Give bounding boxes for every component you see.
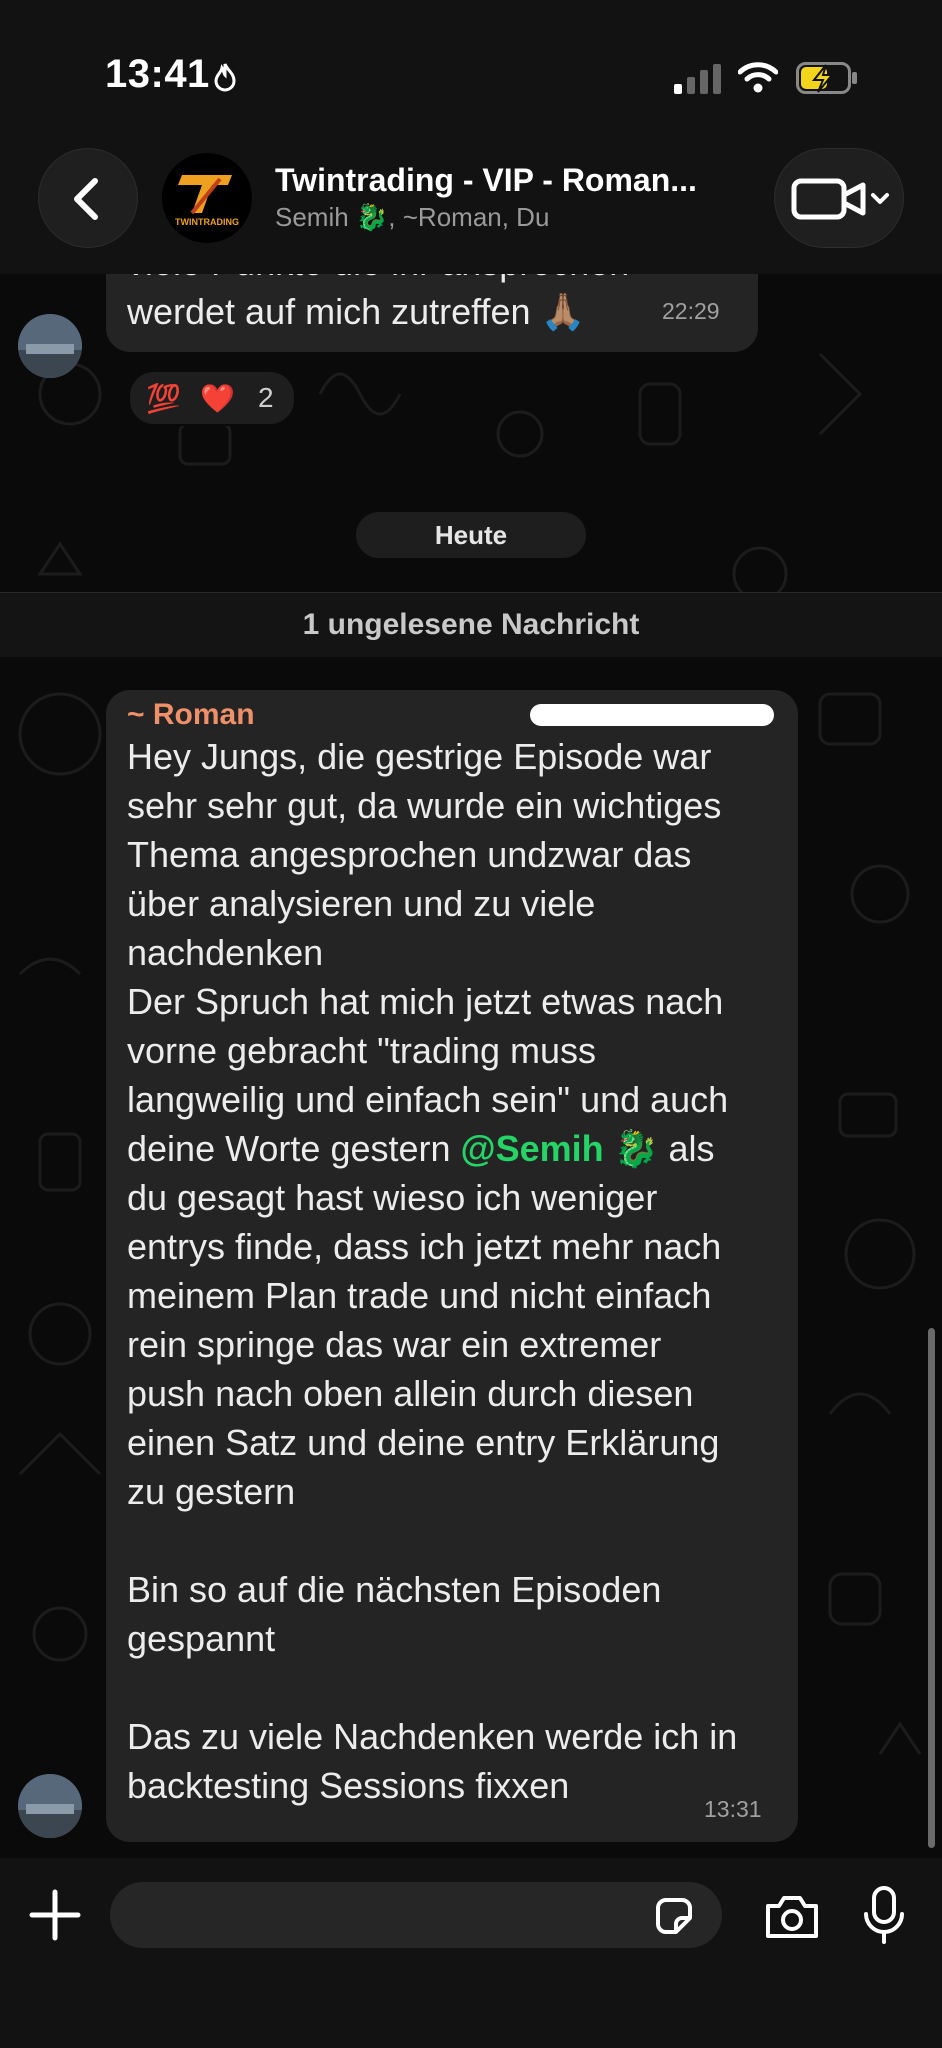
redacted-phone	[530, 704, 774, 726]
message-text-part2: als du gesagt hast wieso ich weniger ent…	[127, 1128, 738, 1806]
reactions-bar[interactable]: 💯 ❤️ 2	[128, 370, 296, 426]
sender-avatar[interactable]	[18, 1774, 82, 1838]
message-bubble[interactable]: ~ Roman Hey Jungs, die gestrige Episode …	[106, 690, 798, 1842]
sender-avatar[interactable]	[18, 314, 82, 378]
mention-link[interactable]: @Semih 🐉	[461, 1128, 659, 1169]
avatar-photo	[18, 314, 82, 378]
status-time: 13:41	[105, 52, 210, 96]
sticker-icon[interactable]	[652, 1894, 696, 1938]
scrollbar[interactable]	[928, 1328, 935, 1848]
composer-bar	[0, 1858, 942, 2048]
video-call-button[interactable]	[774, 148, 904, 248]
reaction-count: 2	[258, 382, 274, 413]
group-avatar[interactable]: TWINTRADING	[162, 153, 252, 243]
video-camera-icon	[791, 178, 889, 220]
avatar-photo	[18, 1774, 82, 1838]
message-text-part1: Hey Jungs, die gestrige Episode war sehr…	[127, 736, 729, 1169]
message-input[interactable]	[130, 1882, 634, 1950]
reaction-heart: ❤️	[200, 383, 235, 414]
microphone-icon[interactable]	[862, 1886, 906, 1946]
back-button[interactable]	[38, 148, 138, 248]
cellular-signal-icon	[674, 64, 721, 94]
status-bar: 13:41	[0, 0, 942, 140]
reaction-hundred: 💯	[146, 383, 181, 414]
twintrading-logo: TWINTRADING	[175, 175, 239, 227]
chevron-left-icon	[74, 178, 98, 220]
message-time: 22:29	[662, 298, 720, 324]
camera-icon[interactable]	[764, 1894, 820, 1940]
message-input-container[interactable]	[110, 1882, 722, 1950]
group-members[interactable]: Semih 🐉, ~Roman, Du	[275, 202, 549, 233]
flame-icon	[214, 63, 236, 92]
wifi-icon	[738, 62, 778, 93]
message-sender[interactable]: ~ Roman	[127, 698, 255, 732]
chat-area[interactable]: viele Punkte die ihr ansprechen werdet a…	[0, 274, 942, 1858]
message-body: Hey Jungs, die gestrige Episode war sehr…	[127, 732, 737, 1810]
unread-banner: 1 ungelesene Nachricht	[0, 592, 942, 657]
message-text: viele Punkte die ihr ansprechen werdet a…	[127, 274, 629, 332]
plus-icon[interactable]	[28, 1888, 82, 1942]
date-separator: Heute	[356, 512, 586, 558]
message-bubble-previous[interactable]: viele Punkte die ihr ansprechen werdet a…	[106, 274, 758, 352]
group-title[interactable]: Twintrading - VIP - Roman...	[275, 162, 697, 199]
message-time: 13:31	[704, 1796, 762, 1822]
chat-header: TWINTRADING Twintrading - VIP - Roman...…	[0, 140, 942, 274]
logo-text: TWINTRADING	[175, 217, 239, 227]
battery-charging-icon	[796, 62, 857, 94]
